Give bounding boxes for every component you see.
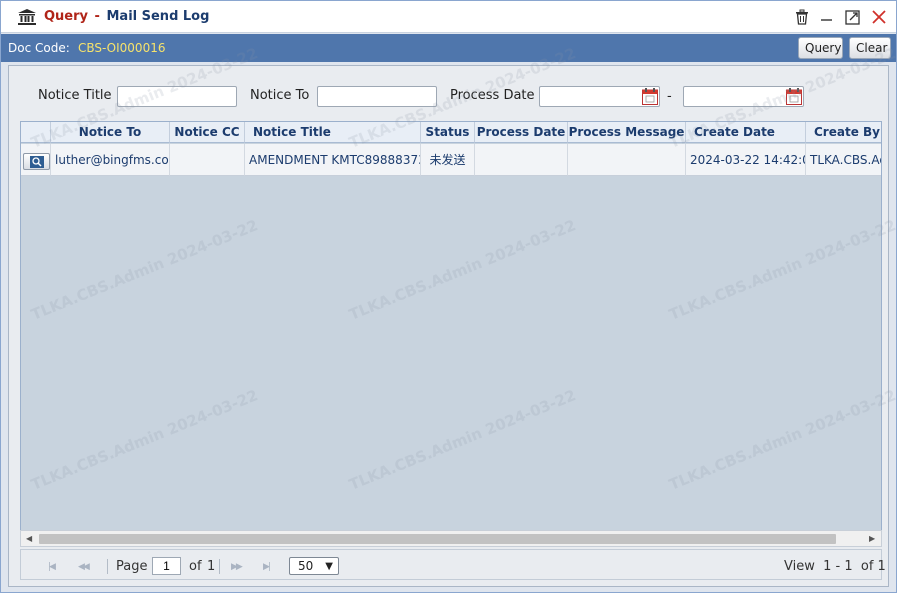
maximize-icon[interactable] <box>845 9 861 25</box>
window-titlebar: Query - Mail Send Log <box>1 1 896 33</box>
header-create-date[interactable]: Create Date <box>686 122 806 143</box>
notice-title-input[interactable] <box>117 86 237 107</box>
scroll-left-icon[interactable]: ◀ <box>26 534 32 543</box>
of-label: of <box>189 559 202 574</box>
scroll-right-icon[interactable]: ▶ <box>869 534 875 543</box>
cell-notice-to: luther@bingfms.com <box>51 144 170 176</box>
notice-to-label: Notice To <box>250 88 310 103</box>
view-summary: View 1 - 1 of 1 <box>784 559 886 574</box>
page-number-input[interactable] <box>152 557 181 575</box>
pager-bar: |◀ ◀◀ Page of 1 ▶▶ ▶| 50 ▼ View 1 - 1 of… <box>20 549 886 580</box>
header-notice-title[interactable]: Notice Title <box>245 122 421 143</box>
notice-to-input[interactable] <box>317 86 437 107</box>
page-size-value: 50 <box>298 559 314 573</box>
page-label: Page <box>116 559 148 574</box>
doc-code-label: Doc Code: <box>8 41 70 55</box>
cell-process-message <box>568 144 686 176</box>
cell-process-date <box>475 144 568 176</box>
prev-page-icon[interactable]: ◀◀ <box>78 562 90 572</box>
last-page-icon[interactable]: ▶| <box>263 562 271 572</box>
next-page-icon[interactable]: ▶▶ <box>231 562 243 572</box>
header-notice-cc[interactable]: Notice CC <box>170 122 245 143</box>
doc-code-bar: Doc Code: CBS-OI000016 <box>1 34 896 62</box>
title-secondary: Mail Send Log <box>106 9 210 24</box>
cell-notice-title: AMENDMENT KMTC89888373 <box>245 144 421 176</box>
bank-icon <box>18 9 36 25</box>
header-status[interactable]: Status <box>421 122 475 143</box>
notice-title-label: Notice Title <box>38 88 112 103</box>
view-detail-button[interactable] <box>23 153 50 170</box>
process-date-label: Process Date <box>450 88 535 103</box>
header-process-date[interactable]: Process Date <box>475 122 568 143</box>
first-page-icon[interactable]: |◀ <box>48 562 56 572</box>
clear-button[interactable]: Clear <box>849 37 891 59</box>
title-primary: Query <box>44 9 89 24</box>
scrollbar-thumb[interactable] <box>39 534 836 544</box>
calendar-icon[interactable] <box>642 88 658 105</box>
header-action-column <box>21 122 51 143</box>
date-range-separator: - <box>667 89 672 104</box>
calendar-icon[interactable] <box>786 88 802 105</box>
pager-divider <box>219 559 220 574</box>
total-pages: 1 <box>207 559 216 574</box>
table-row-action-cell <box>21 144 51 176</box>
cell-create-date: 2024-03-22 14:42:03 <box>686 144 806 176</box>
trash-icon[interactable] <box>794 9 810 25</box>
cell-status: 未发送 <box>421 144 475 176</box>
close-icon[interactable] <box>871 9 887 25</box>
query-button[interactable]: Query <box>798 37 843 59</box>
cell-create-by: TLKA.CBS.Admin <box>806 144 881 176</box>
doc-code-value: CBS-OI000016 <box>78 41 166 55</box>
minimize-icon[interactable] <box>819 9 835 25</box>
mail-send-log-window: Query - Mail Send Log Doc Code: CBS-OI00… <box>0 0 897 593</box>
header-process-message[interactable]: Process Message <box>568 122 686 143</box>
header-notice-to[interactable]: Notice To <box>51 122 170 143</box>
header-create-by[interactable]: Create By <box>806 122 881 143</box>
pager-divider <box>107 559 108 574</box>
title-separator: - <box>94 9 100 24</box>
chevron-down-icon: ▼ <box>325 561 333 572</box>
cell-notice-cc <box>170 144 245 176</box>
horizontal-scrollbar[interactable]: ◀ ▶ <box>20 530 882 547</box>
mail-log-grid: Notice To Notice CC Notice Title Status … <box>20 121 882 547</box>
window-title: Query - Mail Send Log <box>44 9 209 24</box>
page-size-select[interactable]: 50 ▼ <box>289 557 339 575</box>
magnifier-icon <box>30 156 44 168</box>
